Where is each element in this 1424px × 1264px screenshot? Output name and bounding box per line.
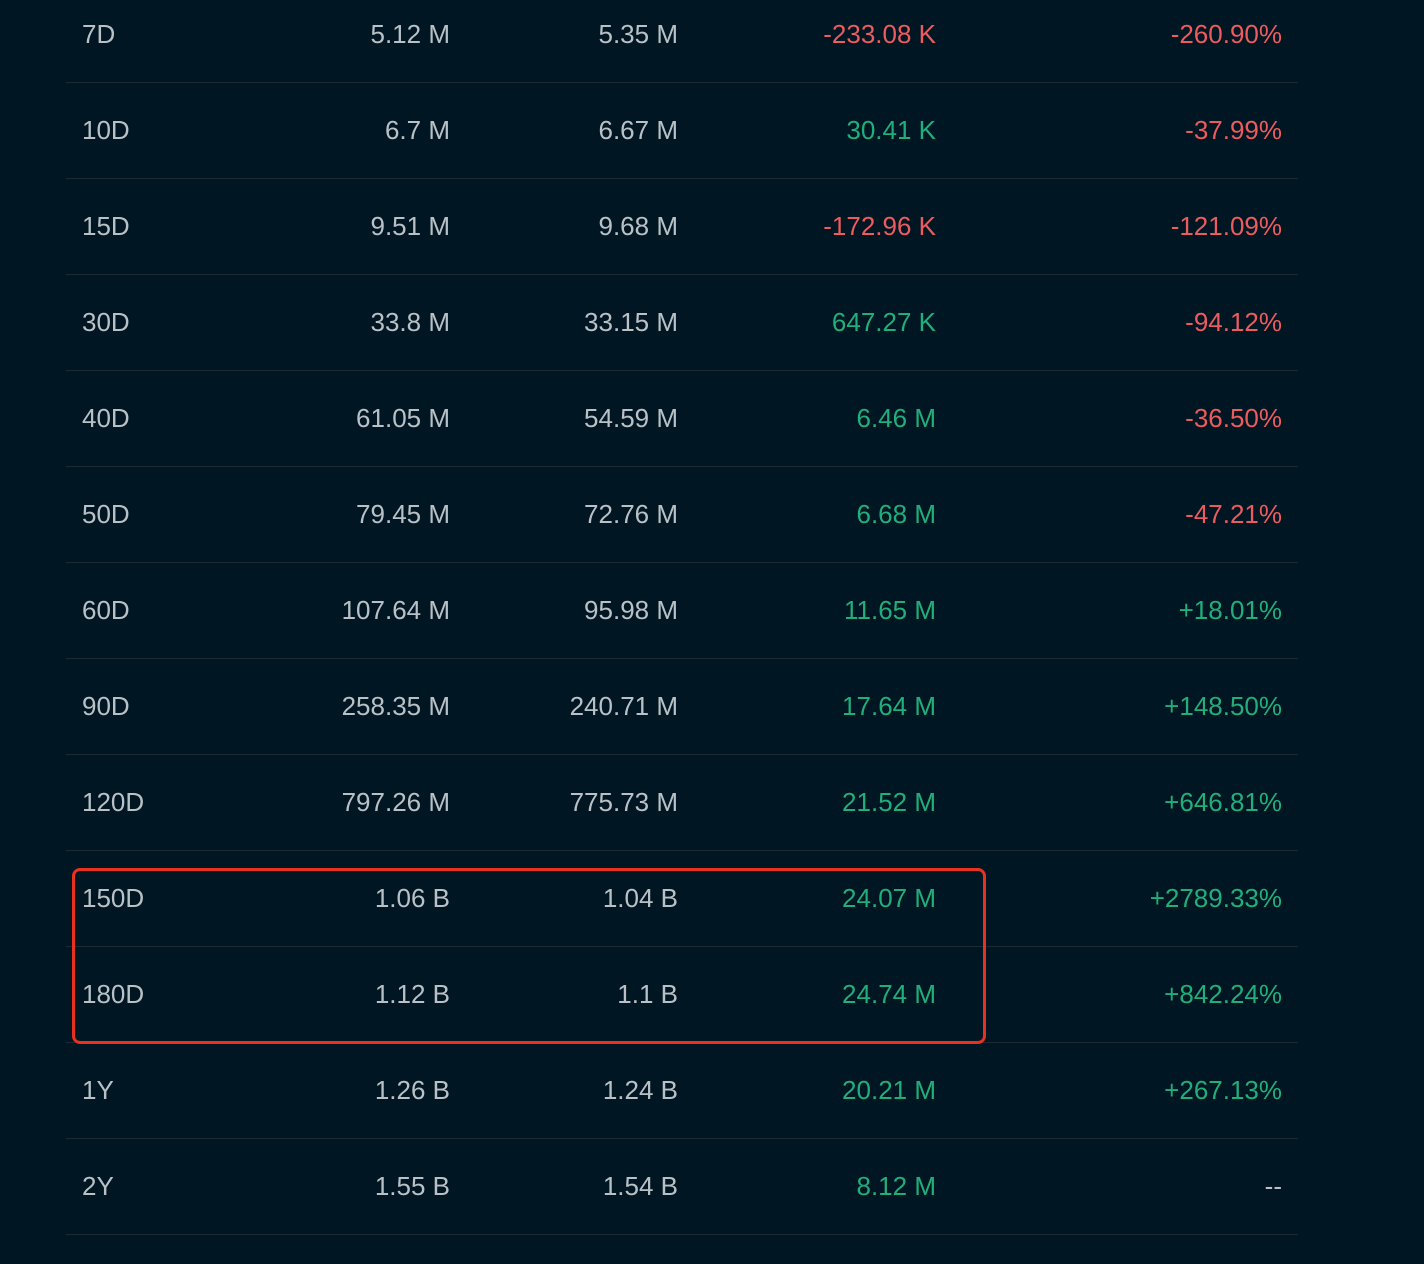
percent-cell: +646.81% — [1164, 787, 1282, 817]
value-cell-2: 9.68 M — [598, 211, 679, 241]
percent-cell: -37.99% — [1185, 115, 1282, 145]
value-cell-2: 1.1 B — [617, 979, 678, 1009]
period-cell: 60D — [82, 595, 130, 625]
value-cell-1: 258.35 M — [341, 691, 450, 721]
value-cell-1: 33.8 M — [370, 307, 451, 337]
value-cell-1: 61.05 M — [356, 403, 450, 433]
change-cell: -172.96 K — [823, 211, 936, 241]
value-cell-2: 33.15 M — [584, 307, 678, 337]
value-cell-2: 775.73 M — [569, 787, 678, 817]
value-cell-2: 1.04 B — [602, 883, 678, 913]
value-cell-2: 240.71 M — [569, 691, 678, 721]
value-cell-1: 1.06 B — [374, 883, 450, 913]
change-cell: -233.08 K — [823, 18, 936, 49]
value-cell-1: 797.26 M — [341, 787, 450, 817]
value-cell-1: 9.51 M — [370, 211, 451, 241]
period-cell: 40D — [82, 403, 130, 433]
table-row[interactable]: 40D 61.05 M 54.59 M 6.46 M -36.50% — [66, 371, 1298, 467]
percent-cell: -36.50% — [1185, 403, 1282, 433]
change-cell: 24.07 M — [842, 883, 936, 913]
change-cell: 647.27 K — [831, 307, 936, 337]
percent-cell: +18.01% — [1178, 595, 1282, 625]
period-cell: 15D — [82, 211, 130, 241]
period-cell: 150D — [82, 883, 145, 913]
value-cell-2: 1.54 B — [602, 1171, 678, 1201]
change-cell: 11.65 M — [843, 595, 936, 625]
value-cell-2: 6.67 M — [598, 115, 679, 145]
percent-cell: -47.21% — [1185, 499, 1282, 529]
table-row[interactable]: 90D 258.35 M 240.71 M 17.64 M +148.50% — [66, 659, 1298, 755]
table-row[interactable]: 50D 79.45 M 72.76 M 6.68 M -47.21% — [66, 467, 1298, 563]
value-cell-1: 5.12 M — [370, 18, 451, 49]
percent-cell: +842.24% — [1164, 979, 1282, 1009]
data-table: 7D 5.12 M 5.35 M -233.08 K -260.90% 10D 6.7 M 6… — [66, 0, 1298, 1235]
value-cell-1: 79.45 M — [356, 499, 450, 529]
table-row[interactable]: 150D 1.06 B 1.04 B 24.07 M +2789.33% — [66, 851, 1298, 947]
value-cell-1: 1.26 B — [374, 1075, 450, 1105]
table-row[interactable]: 1Y 1.26 B 1.24 B 20.21 M +267.13% — [66, 1043, 1298, 1139]
table-row[interactable]: 30D 33.8 M 33.15 M 647.27 K -94.12% — [66, 275, 1298, 371]
value-cell-1: 6.7 M — [384, 115, 450, 145]
table-row[interactable]: 60D 107.64 M 95.98 M 11.65 M +18.01% — [66, 563, 1298, 659]
change-cell: 17.64 M — [842, 691, 936, 721]
period-cell: 180D — [82, 979, 145, 1009]
table-row[interactable]: 15D 9.51 M 9.68 M -172.96 K -121.09% — [66, 179, 1298, 275]
change-cell: 8.12 M — [856, 1171, 937, 1201]
period-cell: 30D — [82, 307, 130, 337]
period-cell: 1Y — [82, 1075, 114, 1105]
change-cell: 6.68 M — [856, 499, 937, 529]
period-cell: 2Y — [82, 1171, 114, 1201]
change-cell: 6.46 M — [856, 403, 937, 433]
percent-cell: +148.50% — [1164, 691, 1282, 721]
change-cell: 24.74 M — [842, 979, 936, 1009]
period-cell: 7D — [82, 18, 116, 49]
change-cell: 30.41 K — [846, 115, 936, 145]
period-cell: 10D — [82, 115, 130, 145]
value-cell-2: 95.98 M — [584, 595, 678, 625]
percent-cell: -121.09% — [1170, 211, 1282, 241]
table-row[interactable]: 180D 1.12 B 1.1 B 24.74 M +842.24% — [66, 947, 1298, 1043]
table-row[interactable]: 2Y 1.55 B 1.54 B 8.12 M -- — [66, 1139, 1298, 1235]
value-cell-2: 54.59 M — [584, 403, 678, 433]
value-cell-2: 5.35 M — [598, 18, 679, 49]
value-cell-2: 72.76 M — [584, 499, 678, 529]
value-cell-2: 1.24 B — [602, 1075, 678, 1105]
percent-cell: -94.12% — [1185, 307, 1282, 337]
value-cell-1: 107.64 M — [341, 595, 450, 625]
period-cell: 120D — [82, 787, 145, 817]
table-row[interactable]: 120D 797.26 M 775.73 M 21.52 M +646.81% — [66, 755, 1298, 851]
table-row[interactable]: 7D 5.12 M 5.35 M -233.08 K -260.90% — [66, 0, 1298, 83]
value-cell-1: 1.55 B — [374, 1171, 450, 1201]
value-cell-1: 1.12 B — [374, 979, 450, 1009]
percent-cell: -- — [1264, 1171, 1282, 1201]
period-cell: 90D — [82, 691, 130, 721]
change-cell: 20.21 M — [842, 1075, 936, 1105]
percent-cell: -260.90% — [1170, 18, 1282, 49]
percent-cell: +267.13% — [1164, 1075, 1282, 1105]
percent-cell: +2789.33% — [1149, 883, 1282, 913]
table-row[interactable]: 10D 6.7 M 6.67 M 30.41 K -37.99% — [66, 83, 1298, 179]
period-cell: 50D — [82, 499, 130, 529]
change-cell: 21.52 M — [842, 787, 936, 817]
